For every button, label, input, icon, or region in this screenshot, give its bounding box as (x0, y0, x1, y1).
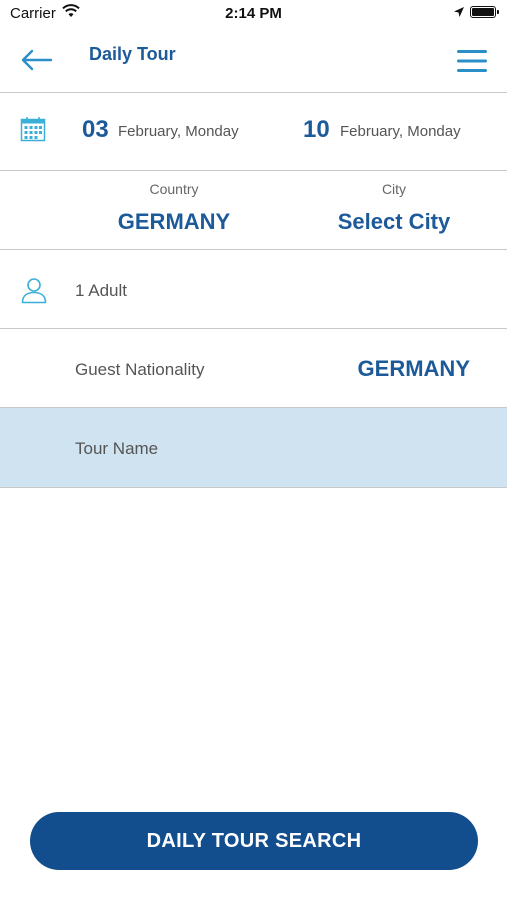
nationality-selector[interactable]: GERMANY (358, 356, 470, 382)
location-row: Country GERMANY City Select City (0, 171, 507, 250)
tour-name-row[interactable] (0, 408, 507, 488)
end-date-text[interactable]: February, Monday (340, 123, 461, 140)
arrow-left-icon[interactable] (18, 46, 54, 74)
date-range-row[interactable]: 03 February, Monday 10 February, Monday (0, 92, 507, 171)
nationality-row[interactable]: Guest Nationality GERMANY (0, 329, 507, 408)
battery-icon (470, 6, 499, 18)
hamburger-menu-icon[interactable] (456, 48, 488, 74)
status-bar: Carrier 2:14 PM (0, 0, 507, 28)
location-arrow-icon (454, 7, 464, 17)
navigation-bar: Daily Tour (0, 28, 507, 93)
guests-row[interactable]: 1 Adult (0, 250, 507, 329)
start-date-text[interactable]: February, Monday (118, 123, 239, 140)
page-title: Daily Tour (89, 44, 176, 64)
start-day[interactable]: 03 (82, 116, 109, 144)
city-label: City (381, 181, 407, 197)
country-label: Country (149, 181, 199, 197)
country-selector[interactable]: GERMANY (74, 209, 274, 235)
daily-tour-search-button[interactable]: DAILY TOUR SEARCH (30, 812, 478, 870)
nationality-label: Guest Nationality (75, 360, 205, 379)
end-day[interactable]: 10 (303, 116, 330, 144)
calendar-icon (20, 117, 46, 142)
city-selector[interactable]: Select City (294, 209, 494, 235)
guests-count[interactable]: 1 Adult (75, 281, 127, 301)
person-icon (21, 278, 47, 304)
clock: 2:14 PM (225, 5, 282, 22)
tour-name-input[interactable] (75, 436, 475, 462)
